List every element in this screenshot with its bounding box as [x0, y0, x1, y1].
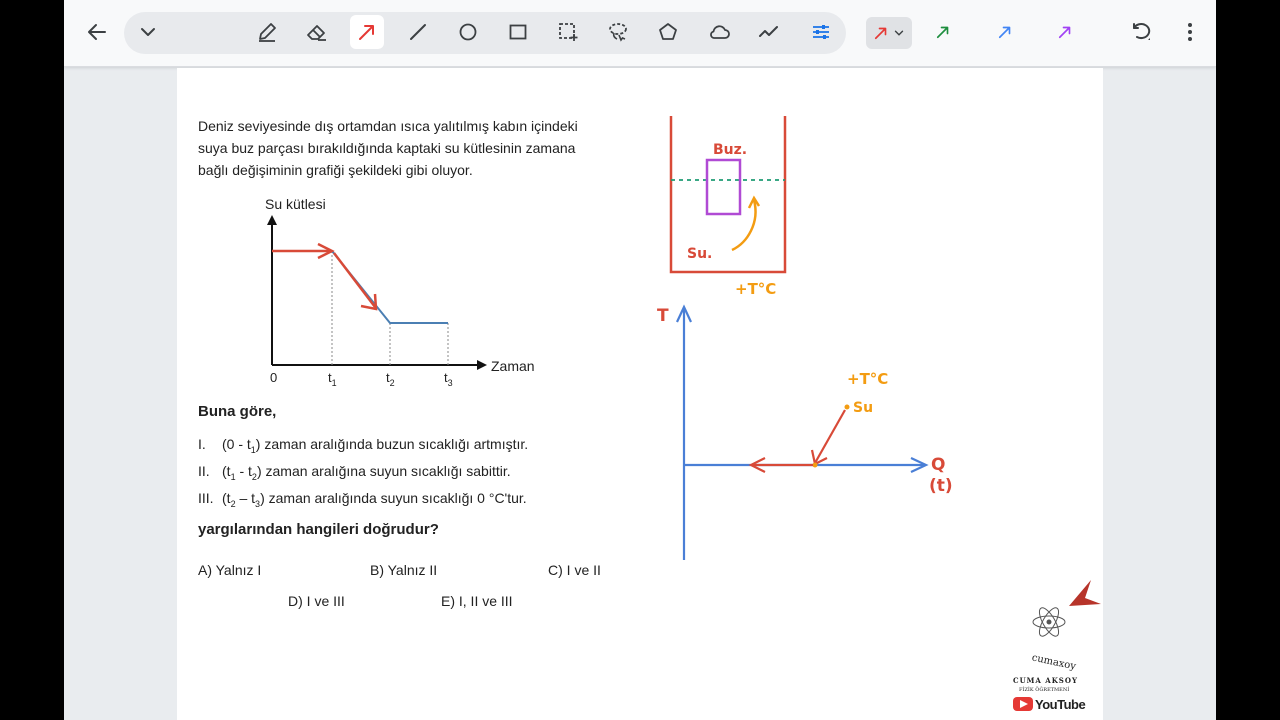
line-icon: [410, 24, 426, 40]
water-label: Su.: [687, 246, 712, 262]
pentagon-icon: [659, 23, 677, 40]
cooling-arrow: [814, 409, 846, 464]
water-label-2: Su: [853, 400, 873, 416]
t-label: (t): [929, 476, 953, 496]
intro-line: bağlı değişiminin grafiği şekildeki gibi…: [198, 162, 473, 178]
melting-curve: [731, 199, 757, 252]
zero-point: [812, 462, 818, 468]
x-axis-arrowhead: [477, 360, 487, 370]
collapse-button[interactable]: [131, 15, 165, 49]
more-vert-icon: [1188, 23, 1192, 41]
line-tool-button[interactable]: [401, 15, 435, 49]
blue-arrow-icon: [998, 26, 1011, 39]
pen-tool-button[interactable]: [250, 15, 284, 49]
question-lead: Buna göre,: [198, 403, 277, 420]
green-arrow-icon: [936, 26, 949, 39]
color-purple-button[interactable]: [1048, 15, 1082, 49]
circle-icon: [459, 23, 477, 41]
more-button[interactable]: [1173, 15, 1207, 49]
logo-arc-text: cumaxoy: [1031, 652, 1077, 672]
selection-icon: [559, 23, 578, 41]
youtube-wordmark: YouTube: [1035, 697, 1085, 712]
chevron-down-icon: [894, 30, 904, 36]
mass-time-graph: Su kütlesi Zaman 0 t1 t2 t3: [265, 196, 535, 388]
pen-icon: [259, 23, 276, 42]
settings-button[interactable]: [804, 15, 838, 49]
handwritten-annotations: Buz. Su. +T°C T Q (t) +T°C Su: [657, 116, 953, 560]
rectangle-icon: [509, 24, 527, 40]
cloud-icon: [710, 25, 730, 39]
lasso-icon: [609, 23, 627, 42]
option-a: A) Yalnız I: [198, 562, 262, 578]
tick-t3: t3: [444, 370, 453, 388]
select-tool-button[interactable]: [551, 15, 585, 49]
undo-button[interactable]: [1124, 15, 1158, 49]
arrow-tool-button[interactable]: [350, 15, 384, 49]
statement-2: II. (t1 - t2) zaman aralığına suyun sıcak…: [198, 463, 511, 482]
color-green-button[interactable]: [926, 15, 960, 49]
option-e: E) I, II ve III: [441, 593, 513, 609]
scribble-icon: [759, 26, 778, 37]
red-arrow-icon: [874, 27, 887, 40]
eraser-icon: [307, 25, 326, 41]
intro-line: suya buz parçası bırakıldığında kaptaki …: [198, 140, 576, 156]
temp-label-2: +T°C: [847, 370, 888, 388]
arrow-left-icon: [88, 24, 106, 40]
color-selector[interactable]: [866, 17, 912, 49]
star-logo: [1069, 580, 1101, 606]
graph-guidelines: [331, 251, 449, 365]
scribble-tool-button[interactable]: [752, 15, 786, 49]
question-ask: yargılarından hangileri doğrudur?: [198, 521, 439, 538]
graph-ylabel: Su kütlesi: [265, 196, 326, 212]
rectangle-tool-button[interactable]: [501, 15, 535, 49]
lasso-tool-button[interactable]: [601, 15, 635, 49]
undo-icon: [1133, 23, 1151, 40]
question-intro: Deniz seviyesinde dış ortamdan ısıca yal…: [198, 115, 578, 181]
cloud-tool-button[interactable]: [702, 15, 736, 49]
pentagon-tool-button[interactable]: [651, 15, 685, 49]
graph-origin: 0: [270, 370, 277, 385]
ice-block-drawing: [705, 158, 742, 216]
toolbar: [64, 0, 1216, 67]
start-point: [844, 404, 850, 410]
option-b: B) Yalnız II: [370, 562, 438, 578]
intro-line: Deniz seviyesinde dış ortamdan ısıca yal…: [198, 118, 578, 134]
circle-tool-button[interactable]: [451, 15, 485, 49]
app-window: Deniz seviyesinde dış ortamdan ısıca yal…: [64, 0, 1216, 720]
arrow-tool-icon: [359, 25, 374, 40]
annotation-arrow-slope: [333, 252, 376, 308]
settings-sliders-icon: [813, 25, 829, 39]
logo-title: FİZİK ÖĞRETMENİ: [1019, 685, 1069, 693]
channel-logo: cumaxoy CUMA AKSOY FİZİK ÖĞRETMENİ YouTu…: [1013, 580, 1101, 712]
purple-arrow-icon: [1058, 26, 1071, 39]
option-c: C) I ve II: [548, 562, 601, 578]
color-blue-button[interactable]: [988, 15, 1022, 49]
chevron-down-icon: [141, 28, 155, 36]
graph-xlabel: Zaman: [491, 358, 535, 374]
statement-3: III. (t2 – t3) zaman aralığında suyun sıc…: [198, 490, 527, 509]
eraser-tool-button[interactable]: [300, 15, 334, 49]
tick-t1: t1: [328, 370, 337, 388]
atom-logo: [1032, 607, 1066, 637]
ice-label: Buz.: [713, 142, 747, 158]
q-label: Q: [931, 455, 945, 475]
logo-name: CUMA AKSOY: [1013, 676, 1078, 685]
y-axis-arrowhead: [267, 215, 277, 225]
temp-label-1: +T°C: [735, 280, 776, 298]
back-button[interactable]: [80, 15, 114, 49]
tool-group: [124, 12, 846, 54]
t-axis-label: T: [657, 306, 669, 326]
document-page[interactable]: Deniz seviyesinde dış ortamdan ısıca yal…: [177, 68, 1103, 720]
option-d: D) I ve III: [288, 593, 345, 609]
tick-t2: t2: [386, 370, 395, 388]
statement-1: I. (0 - t1) zaman aralığında buzun sıcakl…: [198, 436, 529, 455]
